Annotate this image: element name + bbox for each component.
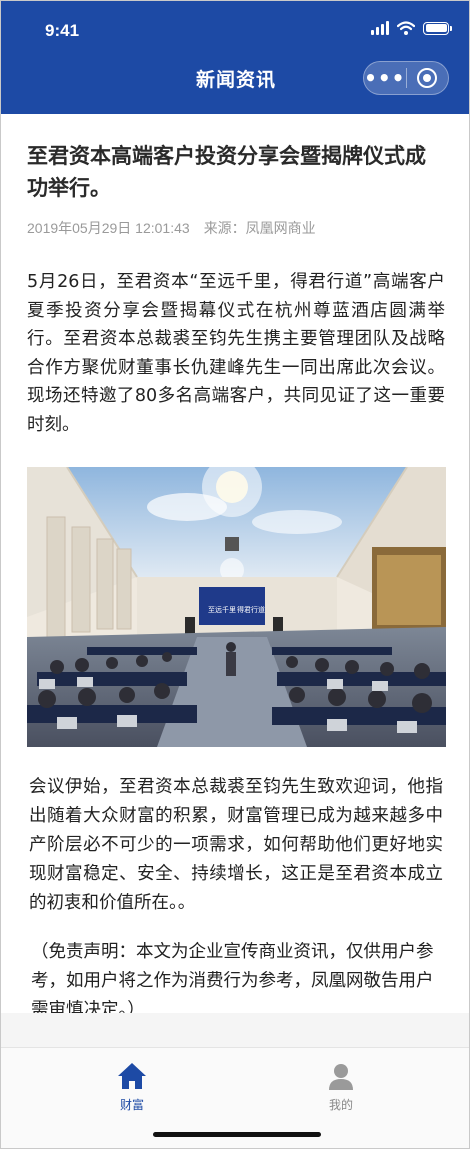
disclaimer-paragraph: （免责声明：本文为企业宣传商业资讯，仅供用户参考，如用户将之作为消费行为参考，凤… [31,942,434,1020]
article-content: 至君资本高端客户投资分享会暨揭牌仪式成功举行。 2019年05月29日 12:0… [1,114,469,1025]
header-bar: 9:41 新闻资讯 ••• [1,1,469,114]
stage-screen-text-left: 至远千里 [208,605,236,614]
event-photo: 至远千里 得君行道 [27,467,446,747]
tab-mine-label: 我的 [328,1098,353,1112]
article-title: 至君资本高端客户投资分享会暨揭牌仪式成功举行。 [27,144,426,200]
close-miniprogram-button[interactable] [406,68,448,88]
miniprogram-capsule: ••• [363,61,449,95]
home-indicator[interactable] [153,1132,321,1137]
tab-wealth[interactable]: 财富 [92,1056,172,1113]
content-bottom-spacer [1,1013,469,1047]
wifi-icon [397,21,415,35]
more-dots-icon[interactable]: ••• [364,68,406,88]
status-time: 9:41 [45,21,80,40]
tab-wealth-label: 财富 [119,1098,144,1112]
person-icon [301,1056,381,1090]
home-icon [92,1056,172,1090]
tab-mine[interactable]: 我的 [301,1056,381,1113]
stage-screen-text-right: 得君行道 [237,605,265,614]
status-icons [371,21,452,35]
article-paragraph-2: 会议伊始，至君资本总裁裘至钧先生致欢迎词，他指出随着大众财富的积累，财富管理已成… [29,777,443,913]
article-meta: 2019年05月29日 12:01:43 来源：凤凰网商业 [27,218,445,238]
article-paragraph-1: 5月26日，至君资本“至远千里，得君行道”高端客户夏季投资分享会暨揭幕仪式在杭州… [27,272,445,435]
article-source: 来源：凤凰网商业 [203,220,316,236]
cellular-signal-icon [371,21,389,35]
conference-hall-image: 至远千里 得君行道 [27,467,446,747]
app-frame: 9:41 新闻资讯 ••• 至君资本高端客户投资分享会暨揭牌仪式成功举行。 20… [0,0,470,1149]
battery-icon [423,21,452,35]
target-close-icon [417,68,438,88]
article-date: 2019年05月29日 12:01:43 [27,220,190,236]
